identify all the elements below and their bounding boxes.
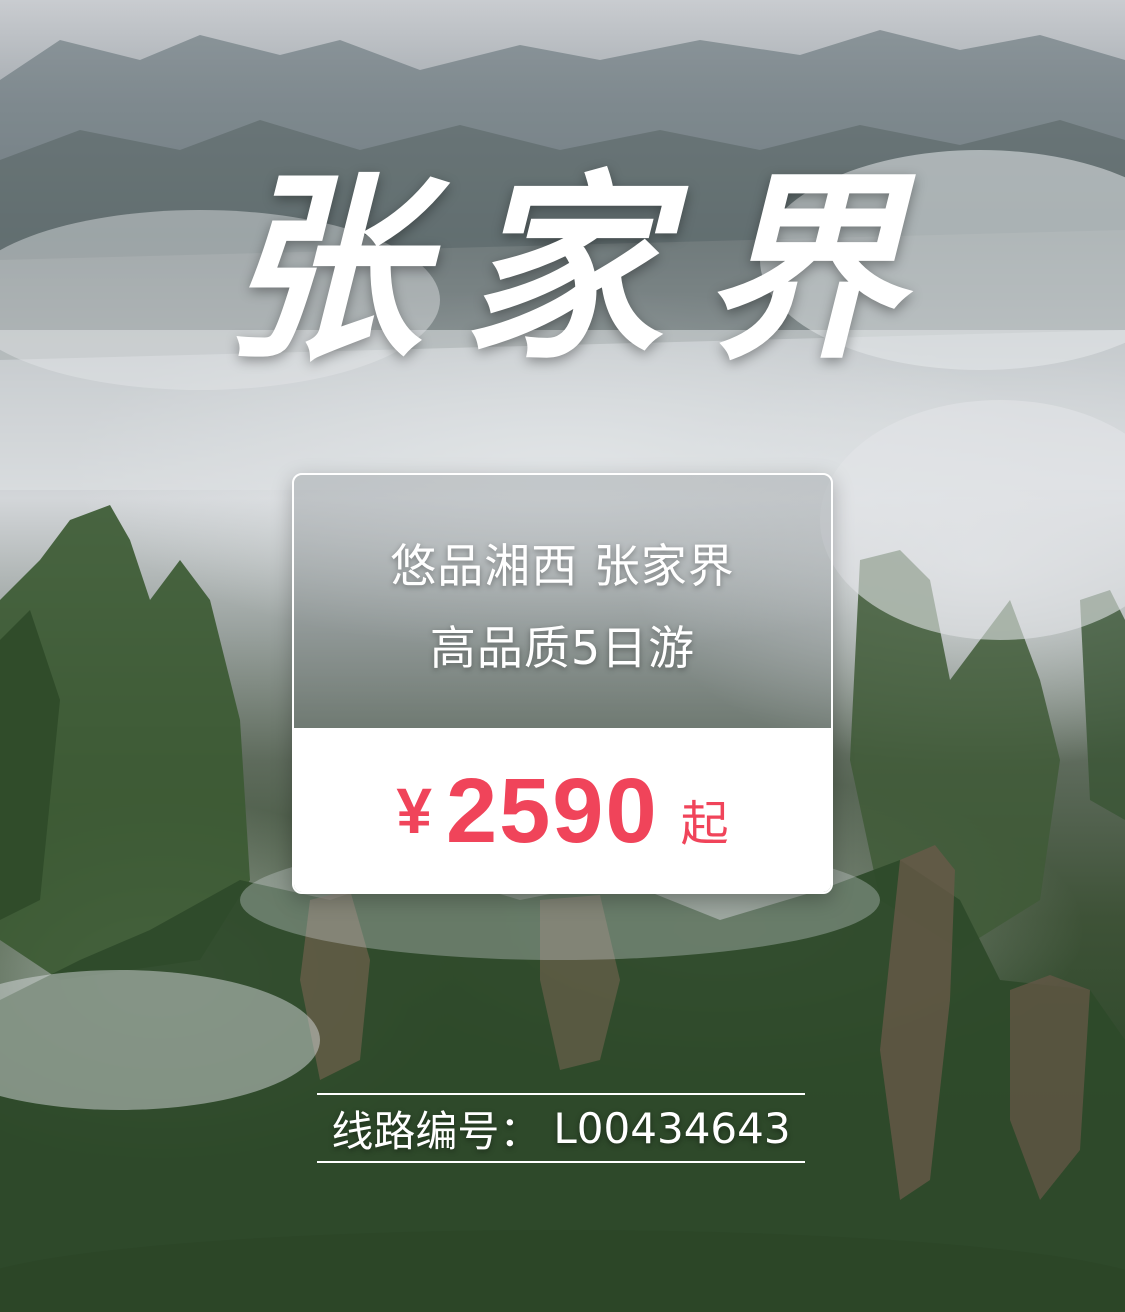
destination-title: 张家界	[222, 152, 943, 387]
travel-poster: 张家界 悠品湘西 张家界 高品质5日游 ¥ 2590 起 线路编号： L0043…	[0, 0, 1125, 1312]
price-amount: 2590	[445, 759, 659, 862]
currency-symbol: ¥	[396, 775, 432, 847]
tour-name-line: 悠品湘西 张家界	[390, 539, 735, 593]
route-number-code: L00434643	[553, 1103, 791, 1153]
tour-description: 悠品湘西 张家界 高品质5日游	[294, 475, 831, 728]
tour-package-card[interactable]: 悠品湘西 张家界 高品质5日游 ¥ 2590 起	[292, 473, 833, 894]
price-panel: ¥ 2590 起	[294, 728, 831, 892]
tour-duration-line: 高品质5日游	[429, 621, 696, 675]
route-number-label: 线路编号：	[331, 1106, 542, 1156]
route-number: 线路编号： L00434643	[317, 1093, 805, 1163]
price-suffix: 起	[680, 796, 729, 852]
